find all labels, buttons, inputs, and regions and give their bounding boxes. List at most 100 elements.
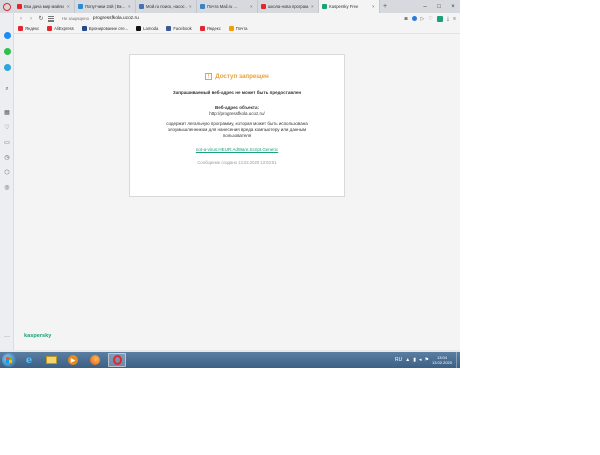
network-icon[interactable]: ▮ [413, 357, 416, 363]
tray-arrow-icon[interactable]: ▲ [405, 357, 410, 363]
play-icon[interactable]: ▷ [421, 16, 425, 22]
tab-title: Kaspersky Free [329, 4, 359, 9]
page-title: Доступ запрещен [215, 73, 269, 80]
volume-icon[interactable]: ◂ [419, 357, 422, 363]
bookmark-label: Бронирование оте... [88, 26, 129, 31]
forward-icon[interactable]: › [28, 16, 34, 22]
back-icon[interactable]: ‹ [18, 16, 24, 22]
menu-icon[interactable]: ≡ [453, 16, 456, 22]
bookmark-booking[interactable]: Бронирование оте... [81, 26, 129, 31]
minimize-icon[interactable]: – [418, 0, 432, 13]
language-indicator[interactable]: RU [395, 357, 402, 363]
tab-strip: Вsa дача мир майли с ...× Попутчики 24й … [0, 0, 460, 13]
bookmark-facebook[interactable]: Facebook [166, 26, 192, 31]
tab-title: школа-нова програм... [268, 4, 309, 9]
reload-icon[interactable]: ↻ [38, 15, 44, 22]
insecure-indicator[interactable]: Не защищено [62, 16, 89, 21]
bookmarks-bar: Яндекс AliExpress Бронирование оте... La… [14, 24, 460, 34]
bookmark-yandex[interactable]: Яндекс [18, 26, 39, 31]
tab-title: Вsa дача мир майли с ... [24, 4, 65, 9]
bookmark-lamoda[interactable]: Lamoda [136, 26, 158, 31]
bookmark-label: Почта [235, 26, 248, 31]
camera-icon[interactable]: ◙ [404, 16, 407, 22]
bookmark-yandex-2[interactable]: Яндекс [199, 26, 221, 31]
taskbar-explorer-icon[interactable] [42, 353, 60, 367]
extensions-cube-icon[interactable]: ⬡ [3, 169, 11, 177]
url-field[interactable]: progressfkola.ucoz.ru [93, 16, 139, 21]
booking-icon [81, 26, 87, 31]
tab-favicon-icon [139, 4, 144, 9]
taskbar: e ▶ RU ▲ ▮ ◂ ⚑ 13:04 13.02.2020 [0, 352, 460, 368]
messenger-icon[interactable] [3, 31, 11, 39]
kaspersky-favicon-icon [322, 4, 327, 9]
mail-icon [228, 26, 234, 31]
address-bar: ‹ › ↻ Не защищено progressfkola.ucoz.ru … [14, 13, 460, 24]
aliexpress-icon [47, 26, 53, 31]
tab-close-icon[interactable]: × [67, 4, 71, 9]
tab-close-icon[interactable]: × [311, 4, 315, 9]
maximize-icon[interactable]: □ [432, 0, 446, 13]
lamoda-icon [136, 26, 142, 31]
bookmark-label: Яндекс [206, 26, 221, 31]
bookmark-label: Facebook [173, 26, 192, 31]
history-icon[interactable]: ◷ [3, 154, 11, 162]
speed-dial-grid-icon[interactable] [48, 15, 54, 22]
taskbar-ie-icon[interactable]: e [20, 353, 38, 367]
tab[interactable]: Вsa дача мир майли с ...× [14, 0, 75, 13]
vpn-icon[interactable] [411, 16, 417, 21]
snapshot-icon[interactable]: ▭ [3, 139, 11, 147]
opera-menu-button[interactable] [0, 0, 14, 13]
tab[interactable]: школа-нова програм... × [258, 0, 319, 13]
address-bar-tools: ◙ ▷ ♡ ⤓ ≡ [404, 15, 456, 22]
clock[interactable]: 13:04 13.02.2020 [432, 355, 452, 365]
tab[interactable]: Почта Mail.ru ... × [197, 0, 258, 13]
bookmarks-heart-icon[interactable]: ♡ [3, 124, 11, 132]
new-tab-button[interactable]: + [380, 0, 390, 13]
timestamp: Сообщение создано 13.02.2020 13:03:51 [197, 160, 277, 165]
settings-globe-icon[interactable]: ◎ [3, 184, 11, 192]
yandex-icon [199, 26, 205, 31]
heart-icon[interactable]: ♡ [428, 16, 432, 22]
tab-active[interactable]: Kaspersky Free × [319, 0, 380, 13]
yandex-icon [18, 26, 23, 31]
tab-close-icon[interactable]: × [250, 4, 254, 9]
search-icon[interactable]: ⌕ [3, 85, 11, 93]
tab-close-icon[interactable]: × [372, 4, 376, 9]
taskbar-opera-icon[interactable] [108, 353, 126, 367]
tab-title: Мой.ru поиск, насос ... [146, 4, 187, 9]
tab-favicon-icon [78, 4, 83, 9]
block-notice-card: ! Доступ запрещен Запрашиваемый веб-адре… [129, 54, 345, 197]
opera-logo-icon [3, 2, 11, 11]
facebook-icon [166, 26, 172, 31]
tab-close-icon[interactable]: × [128, 4, 132, 9]
taskbar-firefox-icon[interactable] [86, 353, 104, 367]
bookmark-label: Яндекс [25, 26, 40, 31]
more-icon[interactable]: ··· [3, 333, 11, 341]
tab-favicon-icon [17, 4, 22, 9]
tab[interactable]: Попутчики 24й | Вк... × [75, 0, 136, 13]
windows-logo-icon [6, 357, 12, 363]
description-line: пользователя [222, 133, 252, 138]
show-desktop-button[interactable] [456, 352, 460, 368]
bookmark-mail[interactable]: Почта [228, 26, 248, 31]
bookmark-label: Lamoda [143, 26, 159, 31]
bookmark-aliexpress[interactable]: AliExpress [47, 26, 74, 31]
tab-title: Попутчики 24й | Вк... [85, 4, 126, 9]
warning-icon: ! [205, 73, 213, 80]
taskbar-media-player-icon[interactable]: ▶ [64, 353, 82, 367]
start-button[interactable] [2, 353, 16, 367]
system-tray: RU ▲ ▮ ◂ ⚑ 13:04 13.02.2020 [395, 355, 456, 365]
threat-name-link[interactable]: not-a-virus:HEUR:AdWare.Script.Generic [196, 147, 278, 152]
close-window-icon[interactable]: × [446, 0, 460, 13]
telegram-icon[interactable] [3, 63, 11, 71]
tab-favicon-icon [261, 4, 266, 9]
subtitle: Запрашиваемый веб-адрес не может быть пр… [172, 90, 302, 95]
download-icon[interactable]: ⤓ [447, 16, 449, 22]
kaspersky-extension-icon[interactable] [436, 15, 443, 22]
whatsapp-icon[interactable] [3, 47, 11, 55]
speed-dial-icon[interactable]: ▦ [3, 109, 11, 117]
window-controls: – □ × [418, 0, 460, 13]
tab-close-icon[interactable]: × [189, 4, 193, 9]
flag-icon[interactable]: ⚑ [424, 357, 428, 363]
tab[interactable]: Мой.ru поиск, насос ... × [136, 0, 197, 13]
